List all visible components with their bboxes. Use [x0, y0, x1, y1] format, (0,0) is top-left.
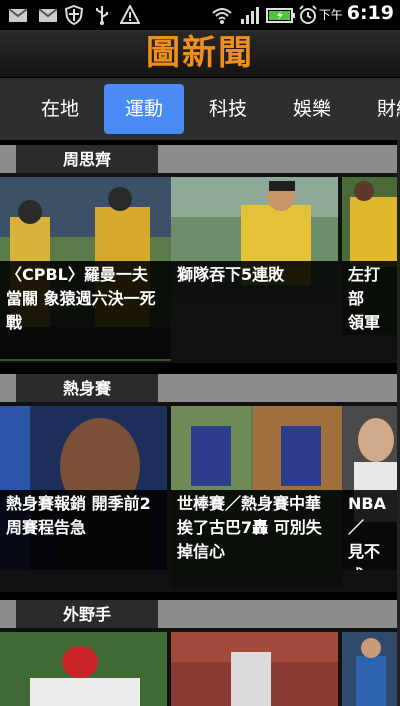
gmail-icon — [8, 8, 28, 22]
news-caption: NBA／ 見不成 — [342, 490, 400, 570]
section-title[interactable]: 外野手 — [16, 600, 158, 630]
news-caption: 獅隊吞下5連敗 — [171, 261, 338, 299]
news-card[interactable]: 世棒賽／熱身賽中華 挨了古巴7轟 可別失 掉信心 — [171, 406, 342, 588]
news-photo — [0, 632, 167, 706]
news-card[interactable]: NBA／ 見不成 — [342, 406, 400, 570]
shield-icon — [64, 5, 84, 25]
news-card[interactable]: 〈CPBL〉羅曼一夫 當關 象猿週六決一死 戰 — [0, 177, 171, 361]
category-tabs: 在地 運動 科技 娛樂 財經 — [0, 78, 400, 140]
news-card[interactable] — [342, 632, 400, 706]
news-card[interactable] — [171, 632, 338, 706]
section-outfielder: 外野手 — [0, 600, 400, 706]
alarm-icon — [299, 5, 317, 24]
section-title[interactable]: 周思齊 — [16, 145, 158, 175]
news-photo — [171, 632, 338, 706]
battery-icon — [266, 8, 295, 23]
section-body — [0, 628, 400, 706]
usb-icon — [96, 6, 108, 25]
app-title: 圖新聞 — [146, 33, 254, 73]
status-clock: 下午 6:19 — [319, 2, 394, 28]
news-caption: 左打部 領軍兄 — [342, 261, 400, 335]
news-caption: 〈CPBL〉羅曼一夫 當關 象猿週六決一死 戰 — [0, 261, 171, 359]
wifi-icon — [212, 8, 232, 24]
tab-local[interactable]: 在地 — [20, 84, 100, 134]
tab-entertainment[interactable]: 娛樂 — [272, 84, 352, 134]
section-body: 〈CPBL〉羅曼一夫 當關 象猿週六決一死 戰 獅隊吞下5連敗 左打部 領軍兄 — [0, 173, 400, 363]
tab-finance[interactable]: 財經 — [356, 84, 400, 134]
status-bar: 下午 6:19 — [0, 0, 400, 30]
section-body: 熱身賽報銷 開季前2 周賽程告急 世棒賽／熱身賽中華 挨了古巴7轟 可別失 掉信… — [0, 402, 400, 592]
news-caption: 熱身賽報銷 開季前2 周賽程告急 — [0, 490, 167, 570]
warning-icon — [120, 5, 140, 24]
title-bar: 圖新聞 — [0, 30, 400, 78]
tab-sports[interactable]: 運動 — [104, 84, 184, 134]
news-caption: 世棒賽／熱身賽中華 挨了古巴7轟 可別失 掉信心 — [171, 490, 342, 588]
news-photo — [342, 632, 400, 706]
clock-ampm: 下午 — [318, 8, 343, 22]
section-zhou-siqi: 周思齊 〈CPBL〉羅曼一夫 當關 象猿週六決一死 戰 獅隊吞下5連敗 左打部 … — [0, 145, 400, 363]
news-card[interactable] — [0, 632, 167, 706]
mail-icon — [38, 8, 58, 22]
tab-tech[interactable]: 科技 — [188, 84, 268, 134]
news-card[interactable]: 熱身賽報銷 開季前2 周賽程告急 — [0, 406, 167, 570]
signal-icon — [241, 7, 259, 24]
section-title[interactable]: 熱身賽 — [16, 374, 158, 404]
section-warmup: 熱身賽 熱身賽報銷 開季前2 周賽程告急 世棒賽／熱身賽中華 挨了古巴7轟 可別… — [0, 374, 400, 592]
news-card[interactable]: 左打部 領軍兄 — [342, 177, 400, 335]
clock-time: 6:19 — [346, 2, 394, 24]
news-card[interactable]: 獅隊吞下5連敗 — [171, 177, 338, 299]
